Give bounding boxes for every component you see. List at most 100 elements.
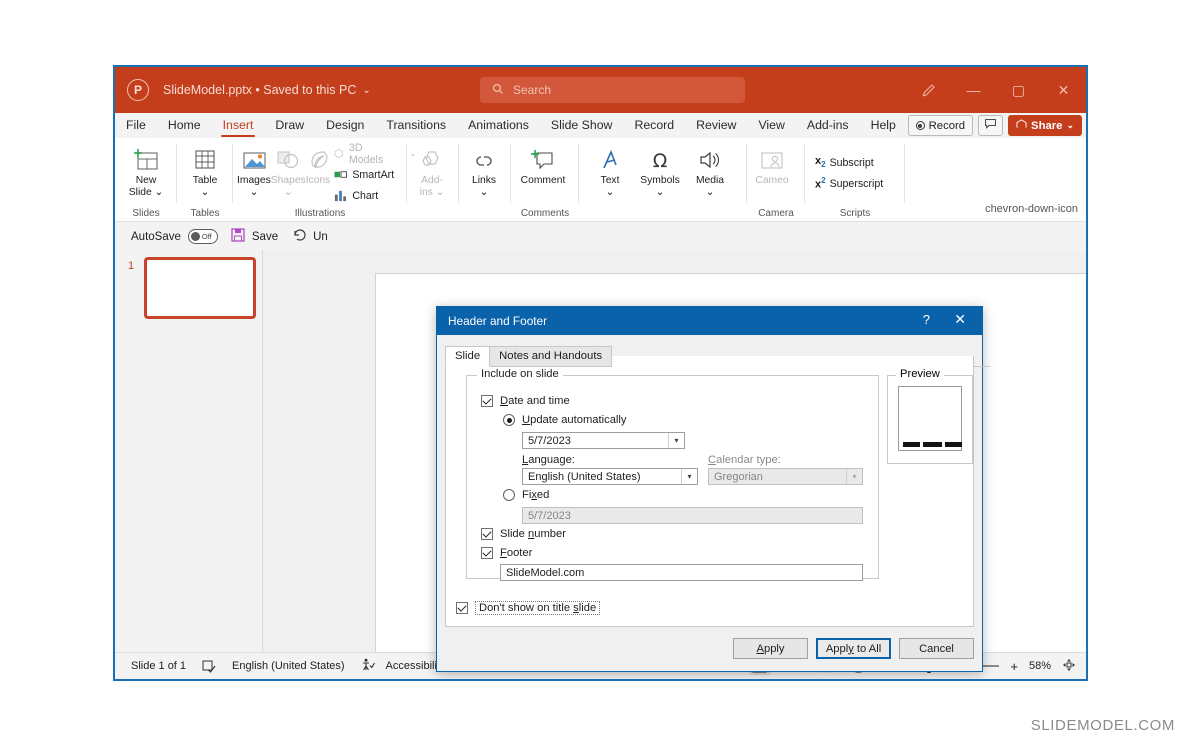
slide-thumbnail-panel[interactable]: 1	[115, 250, 263, 653]
tab-insert[interactable]: Insert	[212, 113, 265, 138]
apply-button[interactable]: Apply	[733, 638, 808, 659]
dont-show-on-title-slide-checkbox[interactable]: Don't show on title slide	[456, 601, 600, 615]
comment-button[interactable]	[978, 115, 1003, 136]
shapes-icon	[275, 144, 301, 172]
links-icon	[472, 144, 496, 172]
3d-models-button[interactable]: 3D Models ⌄	[330, 143, 416, 164]
language-status[interactable]: English (United States)	[232, 660, 345, 672]
fixed-label: Fixed	[522, 489, 549, 501]
table-icon	[193, 144, 217, 172]
group-label-tables: Tables	[177, 208, 233, 219]
slide-number-checkbox[interactable]: Slide number	[481, 528, 566, 540]
update-automatically-radio[interactable]: Update automatically	[503, 414, 627, 426]
calendar-type-combobox: Gregorian ▾	[708, 468, 863, 485]
ribbon-group-tables: Table⌄ Tables	[177, 138, 233, 221]
dialog-tab-notes-and-handouts[interactable]: Notes and Handouts	[489, 346, 612, 367]
apply-to-all-button[interactable]: Apply to All	[816, 638, 891, 659]
tab-help[interactable]: Help	[860, 113, 907, 138]
fixed-date-value: 5/7/2023	[528, 510, 571, 522]
spell-check-icon[interactable]	[202, 660, 216, 673]
chevron-down-icon[interactable]: chevron-down-icon	[985, 203, 1078, 215]
tab-view[interactable]: View	[747, 113, 795, 138]
new-slide-label: NewSlide ⌄	[129, 175, 163, 198]
dialog-title-bar: Header and Footer ? ✕	[437, 307, 982, 335]
cameo-label: Cameo	[755, 175, 788, 187]
preview-bar-date	[903, 442, 920, 447]
chart-icon	[334, 189, 347, 202]
symbols-button[interactable]: Ω Symbols⌄	[635, 138, 685, 198]
accessibility-icon	[361, 658, 375, 674]
dialog-tab-slide[interactable]: Slide	[445, 346, 490, 367]
cancel-button[interactable]: Cancel	[899, 638, 974, 659]
slide-thumbnail-1[interactable]	[144, 257, 256, 319]
tab-design[interactable]: Design	[315, 113, 375, 138]
close-button[interactable]: ✕	[1041, 67, 1086, 113]
fixed-date-field: 5/7/2023	[522, 507, 863, 524]
chevron-down-icon[interactable]: ⌄	[362, 85, 370, 96]
comment-ribbon-button[interactable]: Comment	[511, 138, 575, 187]
chart-button[interactable]: Chart	[330, 185, 416, 206]
cameo-button[interactable]: Cameo	[747, 138, 797, 187]
addins-icon	[420, 144, 444, 172]
record-dot-icon	[916, 121, 925, 130]
table-button[interactable]: Table⌄	[180, 138, 230, 198]
tab-animations[interactable]: Animations	[457, 113, 540, 138]
tab-review[interactable]: Review	[685, 113, 747, 138]
tab-record[interactable]: Record	[623, 113, 685, 138]
maximize-button[interactable]: ▢	[996, 67, 1041, 113]
undo-arrow-icon[interactable]	[292, 228, 306, 245]
pen-ink-icon[interactable]	[906, 67, 951, 113]
ribbon-group-illustrations: Images⌄ Shapes⌄ Icons	[233, 138, 407, 221]
comment-ribbon-label: Comment	[521, 175, 566, 187]
close-icon[interactable]: ✕	[954, 311, 966, 328]
chevron-down-icon[interactable]: ⌄	[1066, 120, 1074, 131]
smartart-button[interactable]: SmartArt	[330, 164, 416, 185]
zoom-in-button[interactable]: +	[1010, 659, 1018, 674]
images-button[interactable]: Images⌄	[237, 138, 271, 198]
date-and-time-checkbox[interactable]: Date and time	[481, 395, 570, 407]
ribbon-group-addins: Add-ins ⌄	[407, 138, 459, 221]
chevron-down-icon[interactable]: ▾	[668, 433, 684, 448]
tab-transitions[interactable]: Transitions	[375, 113, 457, 138]
tab-draw[interactable]: Draw	[264, 113, 315, 138]
search-input[interactable]: Search	[480, 77, 745, 103]
auto-date-combobox[interactable]: 5/7/2023 ▾	[522, 432, 685, 449]
superscript-button[interactable]: x2 Superscript	[811, 173, 883, 194]
footer-text-input[interactable]: SlideModel.com	[500, 564, 863, 581]
shapes-button[interactable]: Shapes⌄	[271, 138, 306, 198]
subscript-icon: x2	[815, 155, 826, 169]
save-label[interactable]: Save	[252, 231, 278, 243]
subscript-button[interactable]: x2 Subscript	[811, 152, 883, 173]
language-combobox[interactable]: English (United States) ▾	[522, 468, 698, 485]
add-ins-button[interactable]: Add-ins ⌄	[407, 138, 457, 198]
search-icon	[492, 83, 504, 98]
icons-button[interactable]: Icons	[306, 138, 331, 187]
shapes-label: Shapes⌄	[271, 175, 306, 198]
checkbox-box	[456, 602, 468, 614]
record-label: Record	[929, 120, 965, 132]
tab-slide-show[interactable]: Slide Show	[540, 113, 624, 138]
tab-home[interactable]: Home	[157, 113, 212, 138]
new-slide-button[interactable]: NewSlide ⌄	[121, 138, 171, 198]
ribbon-group-comments: Comment Comments	[511, 138, 579, 221]
record-button[interactable]: Record	[908, 115, 973, 136]
links-button[interactable]: Links⌄	[459, 138, 509, 198]
text-button[interactable]: Text⌄	[585, 138, 635, 198]
share-button[interactable]: Share ⌄	[1008, 115, 1082, 136]
fixed-radio[interactable]: Fixed	[503, 489, 549, 501]
ribbon-right-controls: Record Share ⌄	[908, 115, 1082, 136]
media-speaker-icon	[698, 144, 722, 172]
fit-to-window-icon[interactable]	[1062, 658, 1076, 675]
minimize-button[interactable]: —	[951, 67, 996, 113]
save-icon[interactable]	[231, 228, 245, 245]
tab-file[interactable]: File	[115, 113, 157, 138]
slide-count[interactable]: Slide 1 of 1	[131, 660, 186, 672]
autosave-toggle[interactable]: Off	[188, 229, 218, 244]
images-icon	[241, 144, 267, 172]
chevron-down-icon[interactable]: ▾	[681, 469, 697, 484]
zoom-level[interactable]: 58%	[1029, 660, 1051, 672]
media-button[interactable]: Media⌄	[685, 138, 735, 198]
question-mark-icon[interactable]: ?	[923, 312, 930, 327]
footer-checkbox[interactable]: Footer	[481, 547, 532, 559]
tab-add-ins[interactable]: Add-ins	[796, 113, 860, 138]
